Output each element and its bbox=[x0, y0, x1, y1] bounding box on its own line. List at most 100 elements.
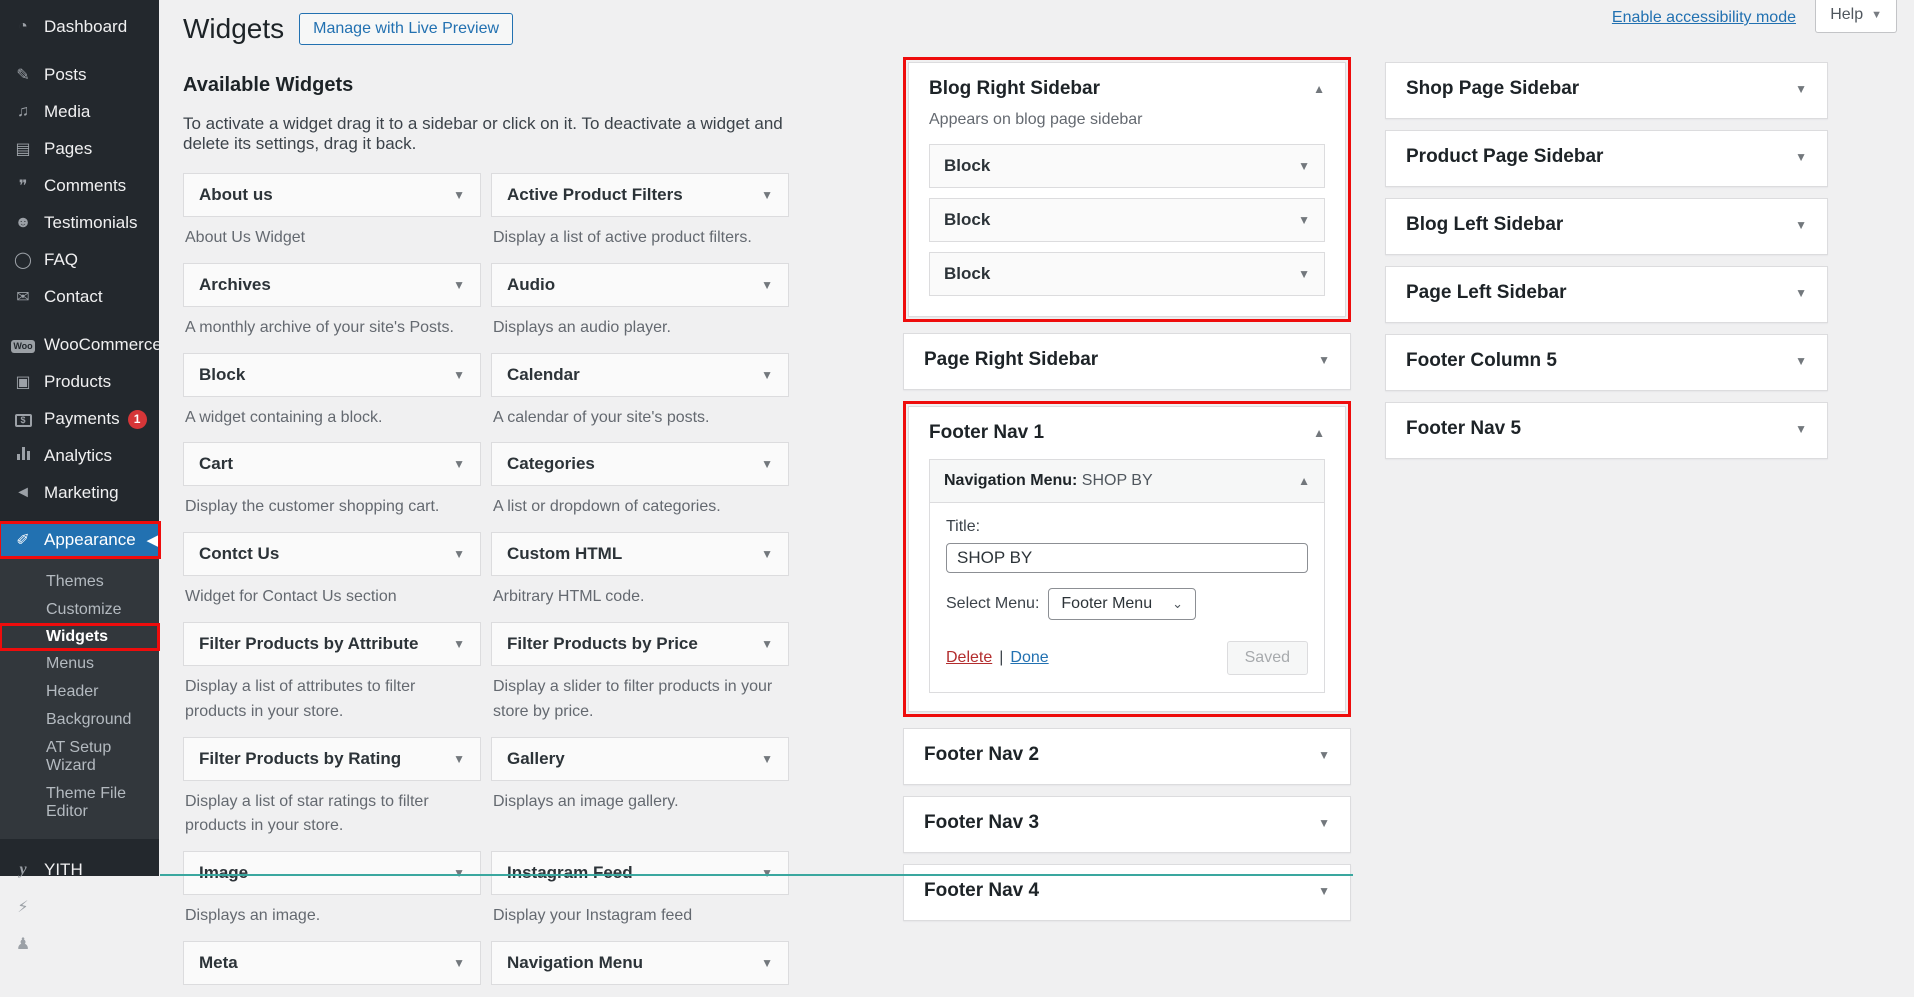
sidebar-item-yith[interactable]: y YITH bbox=[0, 853, 159, 887]
chevron-down-icon[interactable]: ▼ bbox=[1318, 353, 1330, 367]
widget-header[interactable]: Navigation Menu: SHOP BY ▲ bbox=[930, 460, 1324, 503]
submenu-item-themes[interactable]: Themes bbox=[0, 568, 159, 596]
sidebar-item-contact[interactable]: ✉ Contact bbox=[0, 280, 159, 314]
chevron-down-icon[interactable]: ▼ bbox=[761, 278, 773, 292]
panel-header[interactable]: Footer Nav 5 ▼ bbox=[1386, 403, 1827, 455]
chevron-down-icon[interactable]: ▼ bbox=[1298, 159, 1310, 173]
widget-bar[interactable]: Categories ▼ bbox=[491, 442, 789, 486]
panel-header[interactable]: Footer Nav 2 ▼ bbox=[904, 729, 1350, 781]
widget-bar[interactable]: Block ▼ bbox=[183, 353, 481, 397]
chevron-down-icon[interactable]: ▼ bbox=[453, 956, 465, 970]
chevron-down-icon[interactable]: ▼ bbox=[1795, 82, 1807, 96]
widget-bar[interactable]: Filter Products by Rating ▼ bbox=[183, 737, 481, 781]
sidebar-item-testimonials[interactable]: ☻ Testimonials bbox=[0, 206, 159, 240]
sidebar-item-pages[interactable]: ▤ Pages bbox=[0, 132, 159, 166]
submenu-item-at-setup-wizard[interactable]: AT Setup Wizard bbox=[0, 734, 159, 780]
widget-bar[interactable]: Filter Products by Attribute ▼ bbox=[183, 622, 481, 666]
chevron-down-icon[interactable]: ▼ bbox=[453, 457, 465, 471]
widget-bar[interactable]: About us ▼ bbox=[183, 173, 481, 217]
widget-bar[interactable]: Gallery ▼ bbox=[491, 737, 789, 781]
widget-bar[interactable]: Contct Us ▼ bbox=[183, 532, 481, 576]
chevron-down-icon[interactable]: ▼ bbox=[761, 457, 773, 471]
submenu-item-menus[interactable]: Menus bbox=[0, 650, 159, 678]
sidebar-item-analytics[interactable]: Analytics bbox=[0, 439, 159, 473]
panel-header[interactable]: Footer Column 5 ▼ bbox=[1386, 335, 1827, 387]
widget-bar[interactable]: Archives ▼ bbox=[183, 263, 481, 307]
panel-title: Footer Nav 1 bbox=[929, 422, 1044, 444]
submenu-item-header[interactable]: Header bbox=[0, 678, 159, 706]
available-widgets-description: To activate a widget drag it to a sideba… bbox=[183, 114, 789, 154]
sidebar-item-woocommerce[interactable]: Woo WooCommerce bbox=[0, 328, 159, 362]
chevron-down-icon[interactable]: ▼ bbox=[1318, 816, 1330, 830]
help-button[interactable]: Help ▼ bbox=[1815, 0, 1897, 33]
panel-header[interactable]: Page Right Sidebar ▼ bbox=[904, 334, 1350, 386]
sidebar-widget-block[interactable]: Block ▼ bbox=[929, 144, 1325, 188]
chevron-down-icon[interactable]: ▼ bbox=[1795, 286, 1807, 300]
sidebar-widget-block[interactable]: Block ▼ bbox=[929, 198, 1325, 242]
widget-bar[interactable]: Active Product Filters ▼ bbox=[491, 173, 789, 217]
panel-header[interactable]: Shop Page Sidebar ▼ bbox=[1386, 63, 1827, 115]
submenu-item-theme-file-editor[interactable]: Theme File Editor bbox=[0, 780, 159, 826]
chevron-down-icon[interactable]: ▼ bbox=[453, 752, 465, 766]
chevron-up-icon[interactable]: ▲ bbox=[1298, 474, 1310, 488]
sidebar-item-users[interactable]: ♟ Users bbox=[0, 927, 159, 961]
widget-bar[interactable]: Calendar ▼ bbox=[491, 353, 789, 397]
done-link[interactable]: Done bbox=[1010, 649, 1048, 666]
title-input[interactable] bbox=[946, 543, 1308, 573]
chevron-down-icon[interactable]: ▼ bbox=[1298, 267, 1310, 281]
submenu-item-customize[interactable]: Customize bbox=[0, 596, 159, 624]
sidebar-item-faq[interactable]: ◯ FAQ bbox=[0, 243, 159, 277]
submenu-item-background[interactable]: Background bbox=[0, 706, 159, 734]
delete-link[interactable]: Delete bbox=[946, 649, 992, 666]
panel-header[interactable]: Blog Right Sidebar ▲ bbox=[909, 63, 1345, 110]
widget-bar[interactable]: Meta ▼ bbox=[183, 941, 481, 985]
panel-header[interactable]: Blog Left Sidebar ▼ bbox=[1386, 199, 1827, 251]
panel-header[interactable]: Page Left Sidebar ▼ bbox=[1386, 267, 1827, 319]
chevron-down-icon[interactable]: ▼ bbox=[1795, 422, 1807, 436]
sidebar-item-marketing[interactable]: ◄ Marketing bbox=[0, 476, 159, 510]
chevron-down-icon[interactable]: ▼ bbox=[1795, 150, 1807, 164]
chevron-down-icon[interactable]: ▼ bbox=[453, 368, 465, 382]
chevron-down-icon[interactable]: ▼ bbox=[1795, 218, 1807, 232]
manage-with-live-preview-button[interactable]: Manage with Live Preview bbox=[299, 13, 513, 45]
panel-header[interactable]: Footer Nav 1 ▲ bbox=[909, 407, 1345, 454]
sidebar-widget-block[interactable]: Block ▼ bbox=[929, 252, 1325, 296]
chevron-down-icon[interactable]: ▼ bbox=[761, 752, 773, 766]
plugins-icon: ⚡ bbox=[11, 897, 35, 917]
chevron-down-icon[interactable]: ▼ bbox=[761, 637, 773, 651]
sidebar-item-appearance[interactable]: ✐ Appearance ◀ bbox=[0, 523, 159, 557]
chevron-down-icon[interactable]: ▼ bbox=[761, 547, 773, 561]
chevron-down-icon[interactable]: ▼ bbox=[1318, 748, 1330, 762]
chevron-down-icon[interactable]: ▼ bbox=[1298, 213, 1310, 227]
sidebar-item-media[interactable]: ♫ Media bbox=[0, 95, 159, 129]
chevron-down-icon[interactable]: ▼ bbox=[1795, 354, 1807, 368]
chevron-up-icon[interactable]: ▲ bbox=[1313, 82, 1325, 96]
sidebar-item-plugins[interactable]: ⚡ Plugins bbox=[0, 890, 159, 924]
sidebar-item-payments[interactable]: $ Payments 1 bbox=[0, 402, 159, 436]
chevron-down-icon[interactable]: ▼ bbox=[761, 956, 773, 970]
chevron-down-icon[interactable]: ▼ bbox=[761, 188, 773, 202]
sidebar-item-dashboard[interactable]: ◔ Dashboard bbox=[0, 10, 159, 44]
widget-bar[interactable]: Navigation Menu ▼ bbox=[491, 941, 789, 985]
chevron-down-icon[interactable]: ▼ bbox=[453, 278, 465, 292]
widget-bar[interactable]: Filter Products by Price ▼ bbox=[491, 622, 789, 666]
sidebar-item-posts[interactable]: ✎ Posts bbox=[0, 58, 159, 92]
widget-bar[interactable]: Audio ▼ bbox=[491, 263, 789, 307]
chevron-down-icon[interactable]: ▼ bbox=[1318, 884, 1330, 898]
submenu-item-widgets[interactable]: Widgets bbox=[0, 624, 159, 650]
panel-header[interactable]: Footer Nav 3 ▼ bbox=[904, 797, 1350, 849]
chevron-down-icon[interactable]: ▼ bbox=[453, 188, 465, 202]
chevron-down-icon[interactable]: ▼ bbox=[453, 637, 465, 651]
enable-accessibility-mode-link[interactable]: Enable accessibility mode bbox=[1612, 9, 1796, 27]
panel-header[interactable]: Product Page Sidebar ▼ bbox=[1386, 131, 1827, 183]
sidebar-item-products[interactable]: ▣ Products bbox=[0, 365, 159, 399]
chevron-up-icon[interactable]: ▲ bbox=[1313, 426, 1325, 440]
saved-button[interactable]: Saved bbox=[1227, 641, 1308, 675]
widget-bar[interactable]: Cart ▼ bbox=[183, 442, 481, 486]
panel-header[interactable]: Footer Nav 4 ▼ bbox=[904, 865, 1350, 917]
menu-select[interactable]: Footer Menu ⌄ bbox=[1048, 588, 1196, 620]
chevron-down-icon[interactable]: ▼ bbox=[453, 547, 465, 561]
widget-bar[interactable]: Custom HTML ▼ bbox=[491, 532, 789, 576]
chevron-down-icon[interactable]: ▼ bbox=[761, 368, 773, 382]
sidebar-item-comments[interactable]: ❞ Comments bbox=[0, 169, 159, 203]
